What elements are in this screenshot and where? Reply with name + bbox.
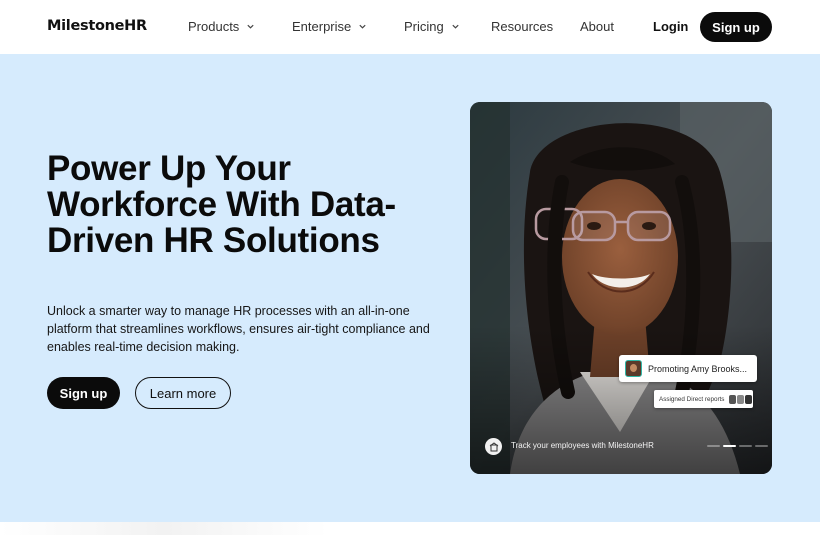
nav-resources-label: Resources bbox=[491, 19, 554, 34]
avatar bbox=[625, 360, 642, 377]
chevron-down-icon bbox=[247, 24, 254, 29]
promotion-text: Promoting Amy Brooks... bbox=[648, 363, 748, 374]
nav-resources[interactable]: Resources bbox=[491, 19, 553, 34]
logo[interactable]: MilestoneHR bbox=[47, 18, 147, 34]
learn-more-button[interactable]: Learn more bbox=[135, 377, 231, 409]
nav-enterprise-label: Enterprise bbox=[292, 19, 352, 34]
login-link[interactable]: Login bbox=[653, 19, 688, 34]
nav-pricing-label: Pricing bbox=[404, 19, 444, 34]
nav-products[interactable]: Products bbox=[188, 19, 255, 34]
carousel-dot-active[interactable] bbox=[723, 445, 736, 447]
hero-portrait-image bbox=[470, 102, 772, 474]
hero-headline: Power Up Your Workforce With Data-Driven… bbox=[47, 149, 396, 260]
building-icon bbox=[485, 438, 502, 455]
chevron-down-icon bbox=[359, 24, 366, 29]
direct-reports-text: Assigned Direct reports bbox=[659, 395, 725, 403]
signup-button-hero[interactable]: Sign up bbox=[47, 377, 120, 409]
signup-button-nav[interactable]: Sign up bbox=[700, 12, 772, 42]
nav-about[interactable]: About bbox=[580, 19, 614, 34]
hero-photo-card: Promoting Amy Brooks... Assigned Direct … bbox=[470, 102, 772, 474]
nav-enterprise[interactable]: Enterprise bbox=[292, 19, 367, 34]
nav-pricing[interactable]: Pricing bbox=[404, 19, 460, 34]
chevron-down-icon bbox=[452, 24, 459, 29]
carousel-dot[interactable] bbox=[707, 445, 720, 447]
caption-text: Track your employees with MilestoneHR bbox=[511, 441, 654, 450]
next-section-edge bbox=[0, 522, 820, 535]
hero-section: Power Up Your Workforce With Data-Driven… bbox=[0, 54, 820, 522]
nav-about-label: About bbox=[580, 19, 614, 34]
carousel-dot[interactable] bbox=[755, 445, 768, 447]
avatar-group bbox=[729, 394, 753, 404]
direct-reports-chip[interactable]: Assigned Direct reports bbox=[654, 390, 753, 408]
promotion-card[interactable]: Promoting Amy Brooks... bbox=[619, 355, 757, 382]
hero-subcopy: Unlock a smarter way to manage HR proces… bbox=[47, 304, 430, 354]
nav-products-label: Products bbox=[188, 19, 240, 34]
carousel-indicators[interactable] bbox=[707, 445, 768, 447]
carousel-dot[interactable] bbox=[739, 445, 752, 447]
top-nav: MilestoneHR Products Enterprise Pricing … bbox=[0, 0, 820, 54]
